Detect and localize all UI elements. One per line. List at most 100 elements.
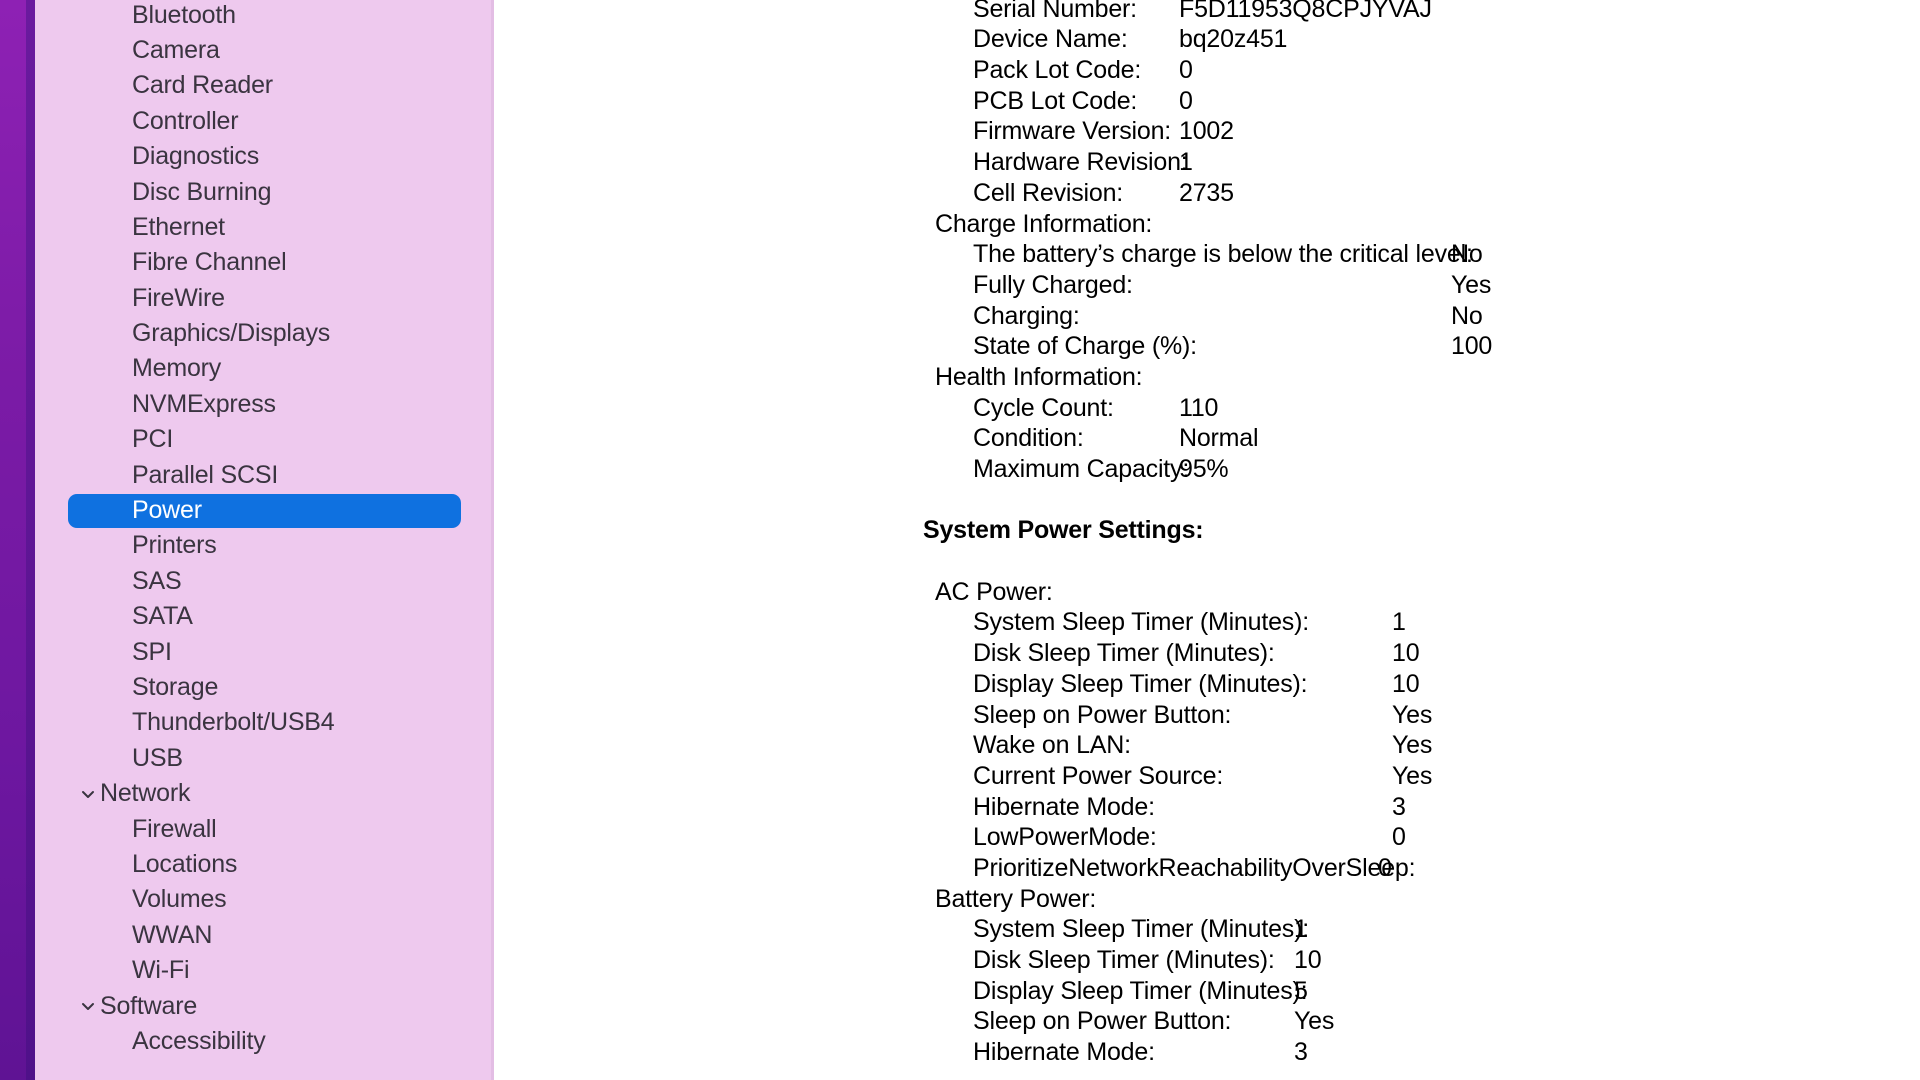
sidebar-item-wwan[interactable]: WWAN <box>68 918 461 952</box>
info-row-value: 110 <box>1179 393 1219 422</box>
info-row-value: No <box>1451 301 1483 330</box>
sidebar-item-label: Ethernet <box>132 212 225 241</box>
sidebar-row: Storage <box>35 670 494 705</box>
info-row-key: Hardware Revision: <box>973 148 1188 177</box>
sidebar-item-usb[interactable]: USB <box>68 741 461 775</box>
info-row: Pack Lot Code: 0 <box>494 56 1920 87</box>
sidebar-item-card-reader[interactable]: Card Reader <box>68 69 461 103</box>
sidebar-item-camera[interactable]: Camera <box>68 33 461 67</box>
info-row-key: Maximum Capacity: <box>973 455 1190 483</box>
sidebar-row: Accessibility <box>35 1024 494 1059</box>
sidebar-item-diagnostics[interactable]: Diagnostics <box>68 140 461 174</box>
power-setting-value: 3 <box>1294 1038 1308 1067</box>
info-row-value: Yes <box>1451 270 1492 299</box>
sidebar-item-label: Graphics/Displays <box>132 319 331 348</box>
sidebar-item-firewire[interactable]: FireWire <box>68 281 461 315</box>
info-row-key: Cycle Count: <box>973 393 1114 422</box>
sidebar-item-locations[interactable]: Locations <box>68 847 461 881</box>
info-row-key: Condition: <box>973 424 1084 453</box>
info-row-key: Cell Revision: <box>973 178 1124 207</box>
sidebar-row: NVMExpress <box>35 387 494 422</box>
sidebar-item-network[interactable]: Network <box>68 777 461 811</box>
info-row: Device Name: bq20z451 <box>494 25 1920 56</box>
sidebar-item-pci[interactable]: PCI <box>68 423 461 457</box>
sidebar-item-memory[interactable]: Memory <box>68 352 461 386</box>
sidebar-item-accessibility[interactable]: Accessibility <box>68 1024 461 1058</box>
sidebar-list-container[interactable]: AudioBluetoothCameraCard ReaderControlle… <box>35 0 494 1080</box>
section-heading-row: Charge Information: <box>494 210 1920 241</box>
section-heading: Charge Information: <box>935 209 1153 238</box>
content-pane[interactable]: Model Information:Serial Number:F5D11953… <box>494 0 1920 1080</box>
chevron-down-icon[interactable] <box>79 785 97 803</box>
power-setting-row: Wake on LAN: Yes <box>494 731 1920 762</box>
sidebar-item-ethernet[interactable]: Ethernet <box>68 210 461 244</box>
power-setting-value: Yes <box>1392 761 1433 790</box>
info-row-key: Device Name: <box>973 25 1128 54</box>
info-row: Condition: Normal <box>494 424 1920 455</box>
sidebar-item-label: FireWire <box>132 283 225 312</box>
chevron-down-icon[interactable] <box>79 997 97 1015</box>
sidebar-row: Fibre Channel <box>35 245 494 280</box>
sidebar-item-disc-burning[interactable]: Disc Burning <box>68 175 461 209</box>
section-heading: Health Information: <box>935 362 1143 391</box>
sidebar-item-printers[interactable]: Printers <box>68 529 461 563</box>
power-setting-key: Current Power Source: <box>973 761 1224 790</box>
power-settings-title: System Power Settings: <box>923 516 1204 545</box>
sidebar-item-firewall[interactable]: Firewall <box>68 812 461 846</box>
sidebar-item-label: Memory <box>132 354 222 383</box>
sidebar-row: SAS <box>35 564 494 599</box>
sidebar-item-label: SATA <box>132 602 193 631</box>
sidebar-item-label: SAS <box>132 566 182 595</box>
info-row-value: 2735 <box>1179 178 1234 207</box>
sidebar-item-sas[interactable]: SAS <box>68 564 461 598</box>
power-setting-row: System Sleep Timer (Minutes): 1 <box>494 915 1920 946</box>
info-row-key: Serial Number: <box>973 0 1137 23</box>
info-row-key: Firmware Version: <box>973 117 1172 146</box>
info-row-key: Pack Lot Code: <box>973 56 1142 85</box>
sidebar-item-fibre-channel[interactable]: Fibre Channel <box>68 246 461 280</box>
power-setting-key: Sleep on Power Button: <box>973 700 1232 729</box>
info-row: State of Charge (%): 100 <box>494 332 1920 363</box>
sidebar-item-nvmexpress[interactable]: NVMExpress <box>68 387 461 421</box>
sidebar-row: USB <box>35 741 494 776</box>
sidebar-row: Wi-Fi <box>35 953 494 988</box>
info-row-value: F5D11953Q8CPJYVAJ <box>1179 0 1432 23</box>
sidebar-item-power[interactable]: Power <box>68 493 461 528</box>
sidebar-row: PCI <box>35 422 494 457</box>
sidebar-item-parallel-scsi[interactable]: Parallel SCSI <box>68 458 461 492</box>
power-setting-key: Wake on LAN: <box>973 731 1131 760</box>
sidebar-item-graphics-displays[interactable]: Graphics/Displays <box>68 317 461 351</box>
power-setting-row: PrioritizeNetworkReachabilityOverSleep: 0 <box>494 854 1920 885</box>
sidebar-item-label: USB <box>132 743 183 772</box>
sidebar-item-volumes[interactable]: Volumes <box>68 883 461 917</box>
info-row-value: 1002 <box>1179 117 1234 146</box>
sidebar-item-label: Wi-Fi <box>132 956 190 985</box>
info-row: Serial Number: F5D11953Q8CPJYVAJ <box>494 0 1920 25</box>
sidebar-item-controller[interactable]: Controller <box>68 104 461 138</box>
sidebar-item-wi-fi[interactable]: Wi-Fi <box>68 954 461 988</box>
sidebar-item-label: Volumes <box>132 885 227 914</box>
sidebar-row: Volumes <box>35 882 494 917</box>
sidebar-item-software[interactable]: Software <box>68 989 461 1023</box>
sidebar-left-gradient-edge <box>0 0 26 1080</box>
sidebar-item-storage[interactable]: Storage <box>68 671 461 705</box>
sidebar-item-sata[interactable]: SATA <box>68 600 461 634</box>
power-group-heading: Battery Power: <box>935 884 1097 913</box>
system-information-window: AudioBluetoothCameraCard ReaderControlle… <box>0 0 1920 1080</box>
sidebar-item-list: AudioBluetoothCameraCard ReaderControlle… <box>35 0 494 1059</box>
power-setting-row: Current Power Source: Yes <box>494 762 1920 793</box>
info-row: The battery’s charge is below the critic… <box>494 240 1920 271</box>
sidebar-item-thunderbolt-usb4[interactable]: Thunderbolt/USB4 <box>68 706 461 740</box>
power-setting-row: Display Sleep Timer (Minutes): 10 <box>494 670 1920 701</box>
power-setting-value: 10 <box>1392 669 1420 698</box>
power-setting-key: System Sleep Timer (Minutes): <box>973 608 1309 637</box>
sidebar-row: Card Reader <box>35 68 494 103</box>
sidebar-row: Locations <box>35 847 494 882</box>
sidebar-row: Memory <box>35 351 494 386</box>
sidebar: AudioBluetoothCameraCard ReaderControlle… <box>0 0 494 1080</box>
sidebar-item-bluetooth[interactable]: Bluetooth <box>68 0 461 32</box>
sidebar-item-spi[interactable]: SPI <box>68 635 461 669</box>
power-setting-value: 0 <box>1378 853 1392 882</box>
power-setting-row: LowPowerMode: 0 <box>494 823 1920 854</box>
sidebar-row: Bluetooth <box>35 0 494 33</box>
